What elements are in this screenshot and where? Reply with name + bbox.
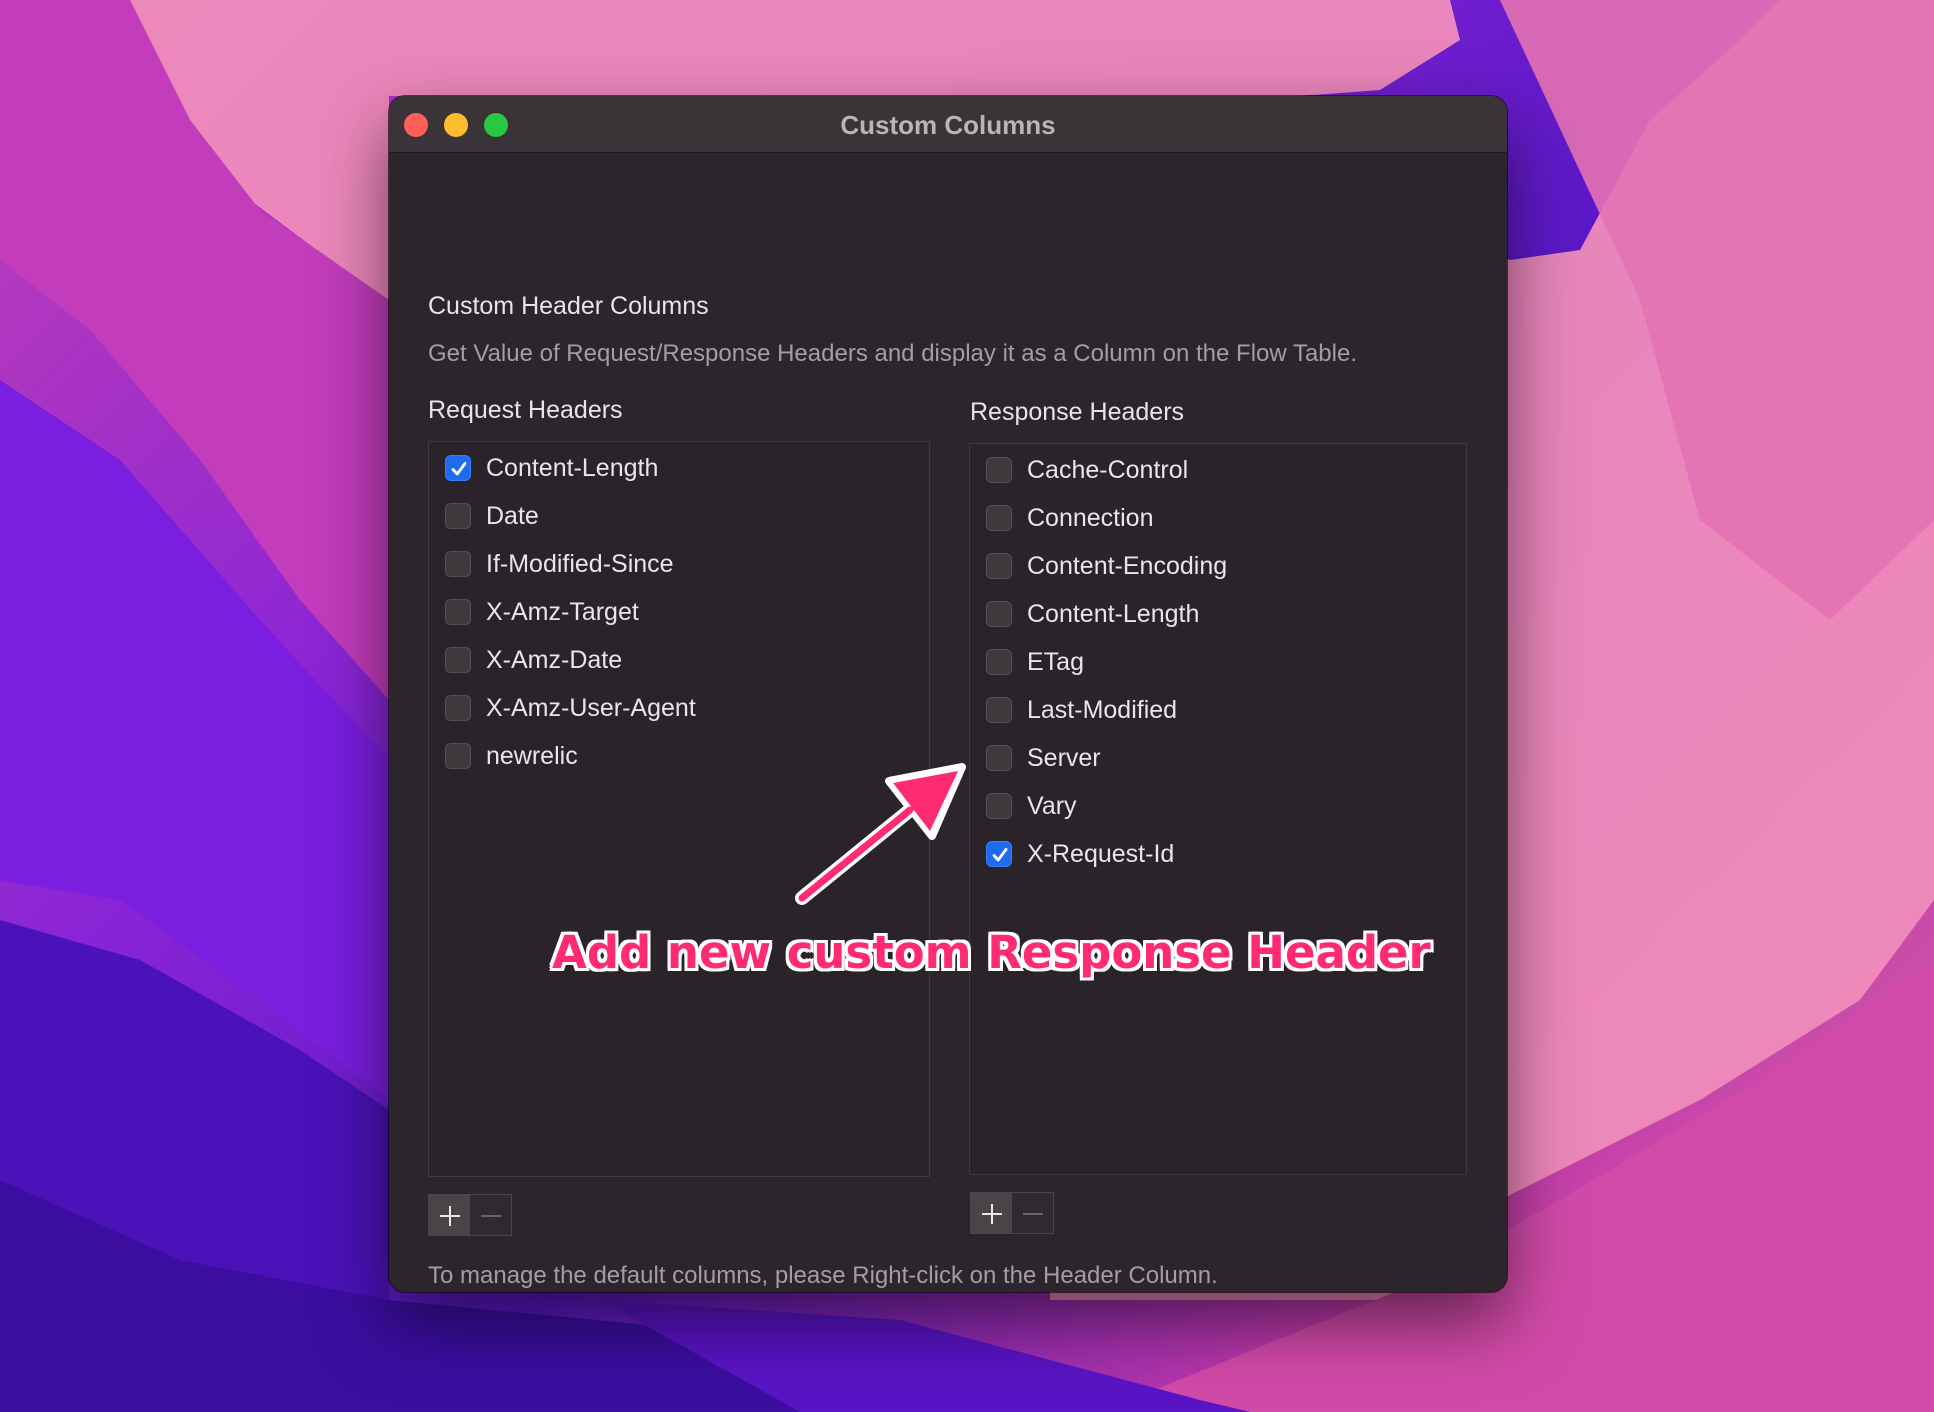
annotation-arrow xyxy=(795,763,966,905)
annotation-label: Add new custom Response Header xyxy=(552,926,1431,979)
